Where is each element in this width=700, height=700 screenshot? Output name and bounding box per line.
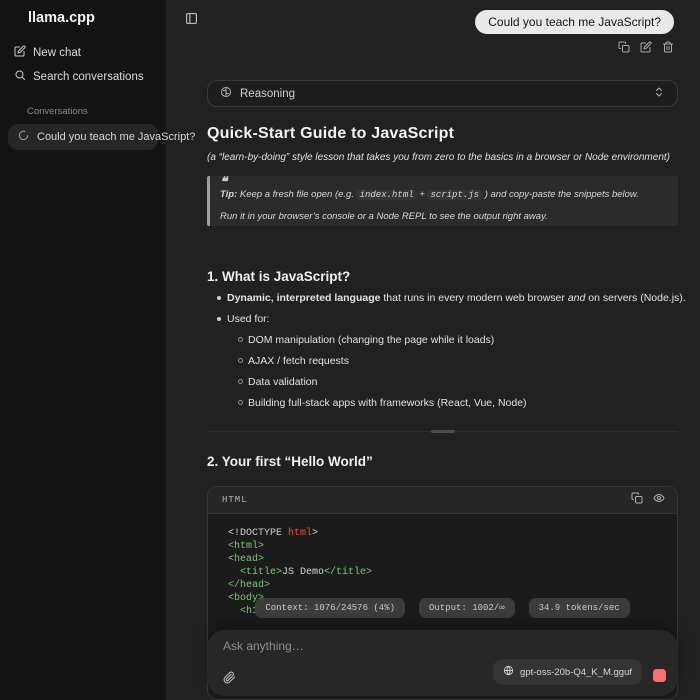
bullet-icon [217,317,221,321]
reasoning-label: Reasoning [240,88,295,100]
sidebar-toggle-icon[interactable] [185,12,198,25]
chat-area: Could you teach me JavaScript? Reasoning… [207,0,678,700]
new-chat-label: New chat [33,47,81,59]
status-badges: Context: 1076/24576 (4%) Output: 1002/∞ … [207,598,678,618]
reasoning-collapsible[interactable]: Reasoning [207,80,678,107]
user-message-bubble: Could you teach me JavaScript? [475,10,674,34]
search-conversations-button[interactable]: Search conversations [14,69,144,84]
circle-bullet-icon [238,358,243,363]
list-item: Dynamic, interpreted language that runs … [217,292,686,304]
bullet-icon [217,296,221,300]
new-chat-button[interactable]: New chat [14,45,81,60]
stop-generation-button[interactable] [653,669,666,682]
search-icon [14,69,26,84]
tip-line-1: Tip: Keep a fresh file open (e.g. index.… [220,188,672,202]
edit-icon[interactable] [640,40,652,58]
conversations-section-label: Conversations [27,106,88,117]
model-name: gpt-oss-20b-Q4_K_M.gguf [520,667,632,678]
section-1-heading: 1. What is JavaScript? [207,269,350,284]
chevrons-up-down-icon [653,85,665,103]
article-subtitle: (a “learn-by-doing” style lesson that ta… [207,152,670,163]
list-item: Building full-stack apps with frameworks… [238,397,527,409]
list-item: Data validation [238,376,317,388]
brain-icon [220,85,232,103]
app-window: llama.cpp New chat Search conversations … [0,0,700,700]
message-actions [618,40,674,58]
list-item: DOM manipulation (changing the page whil… [238,334,494,346]
list-item: Used for: [217,313,270,325]
circle-bullet-icon [238,337,243,342]
article-title: Quick-Start Guide to JavaScript [207,125,454,143]
circle-bullet-icon [238,379,243,384]
quote-mark-icon: ❝ [220,178,672,186]
new-chat-icon [14,45,26,60]
model-globe-icon [503,663,514,681]
sidebar: llama.cpp New chat Search conversations … [0,0,166,700]
section-2-heading: 2. Your first “Hello World” [207,454,373,469]
tip-blockquote: ❝ Tip: Keep a fresh file open (e.g. inde… [207,176,678,226]
copy-code-icon[interactable] [631,491,643,509]
conversation-item[interactable]: Could you teach me JavaScript? [8,124,158,150]
delete-icon[interactable] [662,40,674,58]
code-block-actions [631,491,665,509]
context-badge: Context: 1076/24576 (4%) [255,598,405,618]
list-item: AJAX / fetch requests [238,355,349,367]
tip-line-2: Run it in your browser’s console or a No… [220,210,672,223]
conversation-title: Could you teach me JavaScript? [37,131,195,143]
preview-eye-icon[interactable] [653,491,665,509]
section-divider [207,431,678,432]
composer: gpt-oss-20b-Q4_K_M.gguf [207,630,678,696]
app-title: llama.cpp [28,10,95,26]
code-language-label: HTML [222,495,248,505]
copy-icon[interactable] [618,40,630,58]
search-conversations-label: Search conversations [33,71,144,83]
speed-badge: 34.9 tokens/sec [529,598,630,618]
model-selector[interactable]: gpt-oss-20b-Q4_K_M.gguf [493,659,642,685]
output-badge: Output: 1002/∞ [419,598,515,618]
attachment-paperclip-icon[interactable] [223,671,236,684]
spinner-icon [18,128,29,146]
code-block-header: HTML [208,487,677,514]
circle-bullet-icon [238,400,243,405]
